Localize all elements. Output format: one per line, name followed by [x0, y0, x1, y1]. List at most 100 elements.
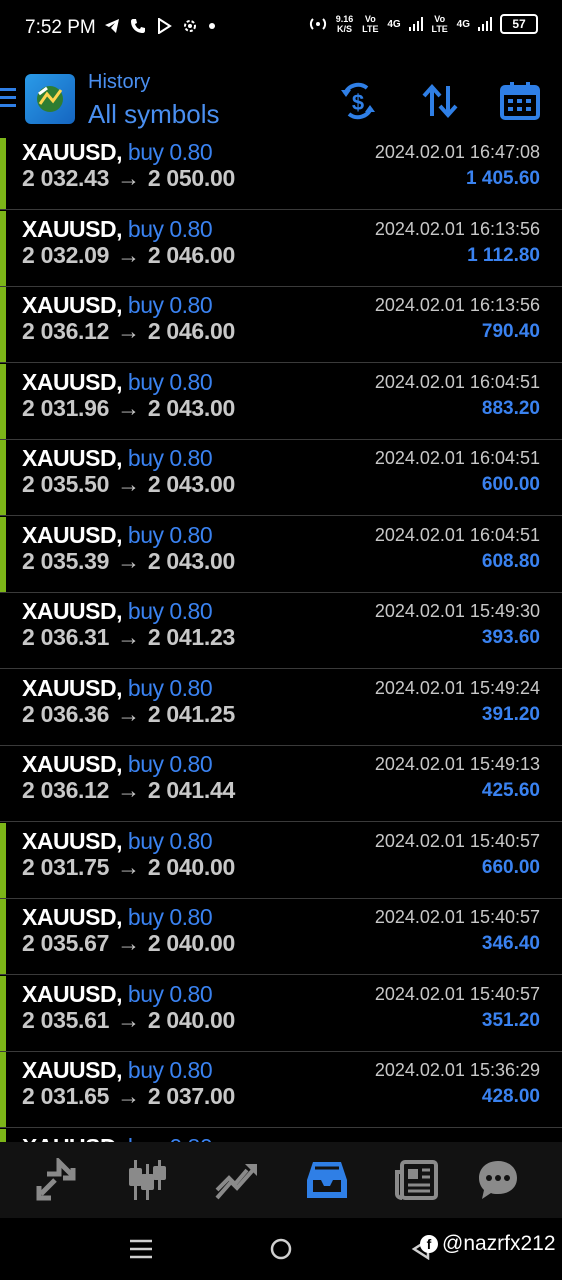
arrow-icon: →	[117, 547, 140, 574]
trade-time: 2024.02.01 15:49:13	[374, 754, 540, 774]
recents-icon[interactable]	[130, 1238, 152, 1260]
symbol-name: XAUUSD,	[22, 1134, 123, 1143]
trade-symbol: XAUUSD, buy 0.80	[22, 1057, 213, 1084]
news-icon	[395, 1160, 438, 1200]
net-speed-unit: K/S	[337, 24, 353, 34]
trade-prices: 2 036.31 → 2 041.23	[22, 624, 235, 651]
position-marker	[0, 363, 6, 439]
symbol-name: XAUUSD,	[22, 980, 123, 1007]
net-speed-value: 9.16	[335, 14, 354, 24]
trade-row[interactable]: XAUUSD, buy 0.80 2 032.09 → 2 046.00 2024.02…	[0, 210, 562, 287]
trade-row[interactable]: XAUUSD, buy 0.80 2 035.67 → 2 040.00 2024.02…	[0, 899, 562, 975]
app-logo	[25, 74, 75, 124]
trade-row[interactable]: XAUUSD, buy 0.80 2 031.75 → 2 040.00 2024.02…	[0, 822, 562, 899]
symbol-name: XAUUSD,	[22, 445, 123, 471]
trade-profit: 608.80	[481, 550, 540, 572]
trade-symbol: XAUUSD, buy 0.80	[22, 980, 213, 1008]
trade-time: 2024.02.01 15:36:29	[374, 1060, 540, 1080]
trade-symbol: XAUUSD, buy 0.80	[22, 751, 213, 778]
settings-icon	[184, 20, 196, 32]
page-title: History	[88, 71, 151, 93]
messages-tab[interactable]	[476, 1158, 520, 1202]
trade-prices: 2 031.96 → 2 043.00	[22, 395, 235, 422]
trade-prices: 2 035.50 → 2 043.00	[22, 471, 235, 498]
battery-icon: 57	[500, 14, 538, 34]
open-price: 2 035.50	[22, 471, 110, 497]
trade-symbol: XAUUSD, buy 0.80	[22, 522, 213, 549]
symbol-name: XAUUSD,	[22, 598, 123, 624]
facebook-icon: f	[420, 1235, 438, 1253]
notification-icons	[104, 18, 216, 34]
trade-side: buy 0.80	[127, 139, 213, 165]
quotes-tab[interactable]	[35, 1155, 79, 1202]
chart-icon	[129, 1160, 166, 1200]
trade-symbol: XAUUSD, buy 0.80	[22, 292, 213, 319]
deposit-filter-button[interactable]: $	[337, 80, 379, 122]
trade-prices: 2 036.12 → 2 041.44	[22, 777, 235, 804]
position-marker	[0, 899, 6, 974]
trade-time: 2024.02.01 16:04:51	[374, 371, 540, 392]
trade-row[interactable]: XAUUSD, buy 0.80 2 036.12 → 2 041.44 2024.02…	[0, 746, 562, 822]
open-price: 2 036.31	[22, 624, 110, 650]
arrow-icon: →	[117, 394, 140, 421]
calendar-button[interactable]	[499, 80, 541, 122]
trade-icon	[215, 1164, 257, 1200]
trade-row[interactable]: XAUUSD, buy 0.80 2 035.39 → 2 043.00 2024.02…	[0, 516, 562, 593]
trade-row[interactable]: XAUUSD, buy 0.80 2 036.36 → 2 041.25 2024.02…	[0, 670, 562, 746]
arrow-icon: →	[117, 471, 140, 497]
open-price: 2 035.39	[22, 547, 110, 574]
sim1-label: Vo LTE	[362, 14, 379, 34]
home-icon[interactable]	[270, 1238, 292, 1260]
trade-row[interactable]: XAUUSD, buy 0.80 2 035.61 → 2 040.00 2024.02…	[0, 975, 562, 1052]
open-price: 2 031.75	[22, 853, 110, 880]
symbols-filter[interactable]: All symbols	[88, 99, 219, 130]
close-price: 2 041.23	[147, 624, 235, 650]
arrow-icon: →	[117, 777, 140, 803]
trade-time: 2024.02.01 15:49:24	[374, 677, 540, 698]
trade-prices: 2 036.12 → 2 046.00	[22, 318, 235, 345]
sort-button[interactable]	[419, 80, 461, 122]
trade-profit: 393.60	[481, 627, 540, 648]
trade-history-list[interactable]: XAUUSD, buy 0.80 2 032.43 → 2 050.00 2024.02…	[0, 138, 562, 1142]
messages-icon	[479, 1161, 517, 1199]
close-price: 2 040.00	[147, 930, 235, 956]
news-tab[interactable]	[394, 1158, 438, 1202]
trade-time: 2024.02.01 15:40:57	[374, 907, 540, 927]
position-marker	[0, 138, 6, 209]
trade-row[interactable]: XAUUSD, buy 0.80 2 031.65 → 2 037.00 2024.02…	[0, 1052, 562, 1128]
svg-text:$: $	[352, 90, 364, 115]
trade-time: 2024.02.01 16:04:51	[374, 448, 540, 468]
trade-row[interactable]: XAUUSD, buy 0.80	[0, 1128, 562, 1143]
trade-side: buy 0.80	[127, 904, 213, 930]
open-price: 2 036.12	[22, 777, 110, 803]
trade-tab[interactable]	[215, 1158, 259, 1202]
trade-prices: 2 036.36 → 2 041.25	[22, 701, 235, 728]
trade-prices: 2 035.61 → 2 040.00	[22, 1007, 235, 1034]
trade-profit: 790.40	[481, 321, 540, 342]
trade-side: buy 0.80	[127, 368, 213, 395]
close-price: 2 046.00	[147, 241, 235, 268]
phone-icon	[131, 19, 145, 33]
trade-row[interactable]: XAUUSD, buy 0.80 2 036.31 → 2 041.23 2024.02…	[0, 593, 562, 669]
position-marker	[0, 287, 6, 362]
trade-row[interactable]: XAUUSD, buy 0.80 2 036.12 → 2 046.00 2024.02…	[0, 287, 562, 363]
arrow-icon: →	[117, 1006, 140, 1033]
trade-row[interactable]: XAUUSD, buy 0.80 2 035.50 → 2 043.00 2024.02…	[0, 440, 562, 516]
trade-row[interactable]: XAUUSD, buy 0.80 2 032.43 → 2 050.00 2024.02…	[0, 138, 562, 210]
trade-time: 2024.02.01 15:40:57	[374, 830, 540, 851]
position-marker	[0, 210, 6, 286]
menu-icon[interactable]	[0, 88, 16, 110]
chart-tab[interactable]	[125, 1158, 169, 1202]
open-price: 2 035.67	[22, 930, 110, 956]
history-tab[interactable]	[305, 1158, 349, 1202]
watermark: f @nazrfx212	[420, 1232, 556, 1256]
arrow-icon: →	[117, 241, 140, 268]
sim2-label: Vo LTE	[431, 14, 448, 34]
arrow-icon: →	[117, 1083, 140, 1109]
trade-symbol: XAUUSD, buy 0.80	[22, 216, 213, 243]
trade-time: 2024.02.01 16:13:56	[374, 295, 540, 315]
sort-icon	[422, 83, 458, 119]
trade-time: 2024.02.01 15:49:30	[374, 601, 540, 621]
trade-row[interactable]: XAUUSD, buy 0.80 2 031.96 → 2 043.00 2024.02…	[0, 363, 562, 440]
arrow-icon: →	[117, 930, 140, 956]
